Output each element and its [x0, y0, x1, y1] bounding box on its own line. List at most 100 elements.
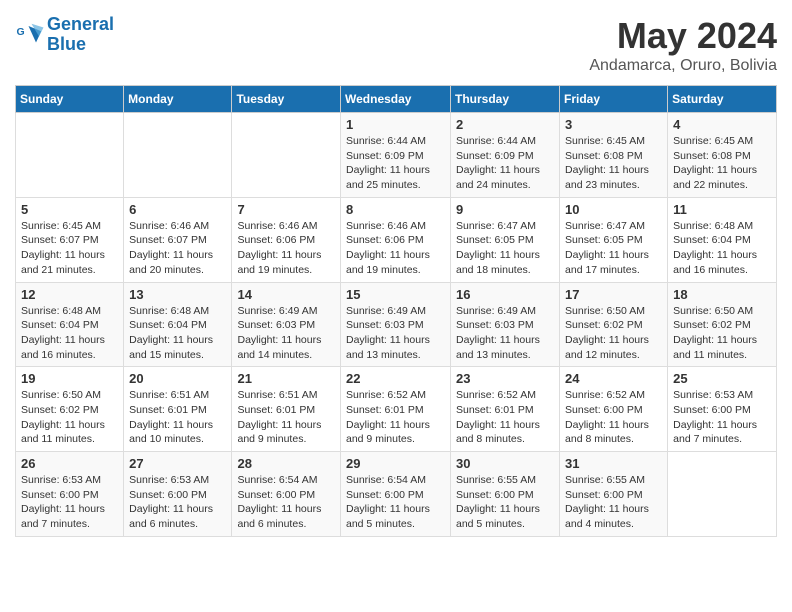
- calendar-cell: 17 Sunrise: 6:50 AM Sunset: 6:02 PM Dayli…: [560, 282, 668, 367]
- calendar-cell: [668, 452, 777, 537]
- calendar-week-row: 26 Sunrise: 6:53 AM Sunset: 6:00 PM Dayli…: [16, 452, 777, 537]
- calendar-cell: [124, 113, 232, 198]
- day-info: Sunrise: 6:49 AM Sunset: 6:03 PM Dayligh…: [237, 304, 335, 363]
- day-info: Sunrise: 6:55 AM Sunset: 6:00 PM Dayligh…: [456, 473, 554, 532]
- calendar-cell: 14 Sunrise: 6:49 AM Sunset: 6:03 PM Dayli…: [232, 282, 341, 367]
- day-number: 10: [565, 202, 662, 217]
- day-info: Sunrise: 6:46 AM Sunset: 6:06 PM Dayligh…: [237, 219, 335, 278]
- day-info: Sunrise: 6:53 AM Sunset: 6:00 PM Dayligh…: [129, 473, 226, 532]
- calendar-cell: 22Sunrise: 6:52 AM Sunset: 6:01 PM Dayli…: [341, 367, 451, 452]
- day-info: Sunrise: 6:48 AM Sunset: 6:04 PM Dayligh…: [673, 219, 771, 278]
- day-info: Sunrise: 6:48 AM Sunset: 6:04 PM Dayligh…: [129, 304, 226, 363]
- day-number: 17: [565, 287, 662, 302]
- month-title: May 2024: [589, 15, 777, 57]
- day-number: 21: [237, 371, 335, 386]
- logo-line1: General: [47, 14, 114, 34]
- calendar-week-row: 19 Sunrise: 6:50 AM Sunset: 6:02 PM Dayli…: [16, 367, 777, 452]
- day-number: 3: [565, 117, 662, 132]
- day-info: Sunrise: 6:48 AM Sunset: 6:04 PM Dayligh…: [21, 304, 118, 363]
- weekday-header-friday: Friday: [560, 86, 668, 113]
- day-info: Sunrise: 6:50 AM Sunset: 6:02 PM Dayligh…: [565, 304, 662, 363]
- title-block: May 2024 Andamarca, Oruro, Bolivia: [589, 15, 777, 75]
- day-number: 25: [673, 371, 771, 386]
- day-info: Sunrise: 6:52 AM Sunset: 6:01 PM Dayligh…: [456, 388, 554, 447]
- calendar-cell: 6Sunrise: 6:46 AM Sunset: 6:07 PM Daylig…: [124, 197, 232, 282]
- day-number: 20: [129, 371, 226, 386]
- weekday-header-monday: Monday: [124, 86, 232, 113]
- day-info: Sunrise: 6:46 AM Sunset: 6:06 PM Dayligh…: [346, 219, 445, 278]
- day-info: Sunrise: 6:50 AM Sunset: 6:02 PM Dayligh…: [21, 388, 118, 447]
- calendar-cell: 19 Sunrise: 6:50 AM Sunset: 6:02 PM Dayli…: [16, 367, 124, 452]
- day-info: Sunrise: 6:51 AM Sunset: 6:01 PM Dayligh…: [129, 388, 226, 447]
- calendar-cell: [16, 113, 124, 198]
- day-info: Sunrise: 6:46 AM Sunset: 6:07 PM Dayligh…: [129, 219, 226, 278]
- weekday-header-wednesday: Wednesday: [341, 86, 451, 113]
- day-number: 14: [237, 287, 335, 302]
- day-info: Sunrise: 6:44 AM Sunset: 6:09 PM Dayligh…: [456, 134, 554, 193]
- calendar-week-row: 12Sunrise: 6:48 AM Sunset: 6:04 PM Dayli…: [16, 282, 777, 367]
- weekday-header-thursday: Thursday: [451, 86, 560, 113]
- calendar-cell: 27Sunrise: 6:53 AM Sunset: 6:00 PM Dayli…: [124, 452, 232, 537]
- day-number: 11: [673, 202, 771, 217]
- day-info: Sunrise: 6:47 AM Sunset: 6:05 PM Dayligh…: [565, 219, 662, 278]
- day-number: 23: [456, 371, 554, 386]
- logo-text: General Blue: [47, 15, 114, 55]
- calendar-cell: 29Sunrise: 6:54 AM Sunset: 6:00 PM Dayli…: [341, 452, 451, 537]
- day-number: 26: [21, 456, 118, 471]
- day-info: Sunrise: 6:49 AM Sunset: 6:03 PM Dayligh…: [456, 304, 554, 363]
- calendar-cell: 5 Sunrise: 6:45 AM Sunset: 6:07 PM Daylig…: [16, 197, 124, 282]
- day-number: 31: [565, 456, 662, 471]
- calendar-cell: 31 Sunrise: 6:55 AM Sunset: 6:00 PM Dayli…: [560, 452, 668, 537]
- day-number: 18: [673, 287, 771, 302]
- calendar-cell: 30 Sunrise: 6:55 AM Sunset: 6:00 PM Dayli…: [451, 452, 560, 537]
- calendar-week-row: 5 Sunrise: 6:45 AM Sunset: 6:07 PM Daylig…: [16, 197, 777, 282]
- calendar-cell: 9Sunrise: 6:47 AM Sunset: 6:05 PM Daylig…: [451, 197, 560, 282]
- day-info: Sunrise: 6:51 AM Sunset: 6:01 PM Dayligh…: [237, 388, 335, 447]
- weekday-header-row: SundayMondayTuesdayWednesdayThursdayFrid…: [16, 86, 777, 113]
- day-info: Sunrise: 6:45 AM Sunset: 6:08 PM Dayligh…: [565, 134, 662, 193]
- location-title: Andamarca, Oruro, Bolivia: [589, 57, 777, 75]
- calendar-cell: 3 Sunrise: 6:45 AM Sunset: 6:08 PM Daylig…: [560, 113, 668, 198]
- day-info: Sunrise: 6:50 AM Sunset: 6:02 PM Dayligh…: [673, 304, 771, 363]
- calendar-cell: 8 Sunrise: 6:46 AM Sunset: 6:06 PM Daylig…: [341, 197, 451, 282]
- day-number: 24: [565, 371, 662, 386]
- day-number: 29: [346, 456, 445, 471]
- calendar-cell: 15Sunrise: 6:49 AM Sunset: 6:03 PM Dayli…: [341, 282, 451, 367]
- day-info: Sunrise: 6:54 AM Sunset: 6:00 PM Dayligh…: [237, 473, 335, 532]
- calendar-cell: 20 Sunrise: 6:51 AM Sunset: 6:01 PM Dayli…: [124, 367, 232, 452]
- calendar-cell: 1Sunrise: 6:44 AM Sunset: 6:09 PM Daylig…: [341, 113, 451, 198]
- day-info: Sunrise: 6:45 AM Sunset: 6:07 PM Dayligh…: [21, 219, 118, 278]
- calendar-cell: 28 Sunrise: 6:54 AM Sunset: 6:00 PM Dayli…: [232, 452, 341, 537]
- day-number: 13: [129, 287, 226, 302]
- logo: G General Blue: [15, 15, 114, 55]
- day-info: Sunrise: 6:53 AM Sunset: 6:00 PM Dayligh…: [673, 388, 771, 447]
- day-number: 30: [456, 456, 554, 471]
- logo-icon: G: [15, 20, 45, 50]
- calendar-cell: 21 Sunrise: 6:51 AM Sunset: 6:01 PM Dayli…: [232, 367, 341, 452]
- calendar-cell: 25 Sunrise: 6:53 AM Sunset: 6:00 PM Dayli…: [668, 367, 777, 452]
- svg-text:G: G: [17, 26, 25, 38]
- calendar-cell: 12Sunrise: 6:48 AM Sunset: 6:04 PM Dayli…: [16, 282, 124, 367]
- calendar-cell: 13 Sunrise: 6:48 AM Sunset: 6:04 PM Dayli…: [124, 282, 232, 367]
- calendar-cell: 16 Sunrise: 6:49 AM Sunset: 6:03 PM Dayli…: [451, 282, 560, 367]
- weekday-header-saturday: Saturday: [668, 86, 777, 113]
- day-number: 8: [346, 202, 445, 217]
- calendar-cell: 18 Sunrise: 6:50 AM Sunset: 6:02 PM Dayli…: [668, 282, 777, 367]
- calendar-cell: 24Sunrise: 6:52 AM Sunset: 6:00 PM Dayli…: [560, 367, 668, 452]
- day-info: Sunrise: 6:55 AM Sunset: 6:00 PM Dayligh…: [565, 473, 662, 532]
- day-info: Sunrise: 6:52 AM Sunset: 6:01 PM Dayligh…: [346, 388, 445, 447]
- day-number: 16: [456, 287, 554, 302]
- weekday-header-sunday: Sunday: [16, 86, 124, 113]
- calendar-week-row: 1Sunrise: 6:44 AM Sunset: 6:09 PM Daylig…: [16, 113, 777, 198]
- day-info: Sunrise: 6:47 AM Sunset: 6:05 PM Dayligh…: [456, 219, 554, 278]
- day-number: 19: [21, 371, 118, 386]
- calendar-cell: 23 Sunrise: 6:52 AM Sunset: 6:01 PM Dayli…: [451, 367, 560, 452]
- day-number: 28: [237, 456, 335, 471]
- weekday-header-tuesday: Tuesday: [232, 86, 341, 113]
- day-info: Sunrise: 6:44 AM Sunset: 6:09 PM Dayligh…: [346, 134, 445, 193]
- day-number: 5: [21, 202, 118, 217]
- calendar-cell: 7Sunrise: 6:46 AM Sunset: 6:06 PM Daylig…: [232, 197, 341, 282]
- day-number: 4: [673, 117, 771, 132]
- day-info: Sunrise: 6:53 AM Sunset: 6:00 PM Dayligh…: [21, 473, 118, 532]
- calendar-cell: 2Sunrise: 6:44 AM Sunset: 6:09 PM Daylig…: [451, 113, 560, 198]
